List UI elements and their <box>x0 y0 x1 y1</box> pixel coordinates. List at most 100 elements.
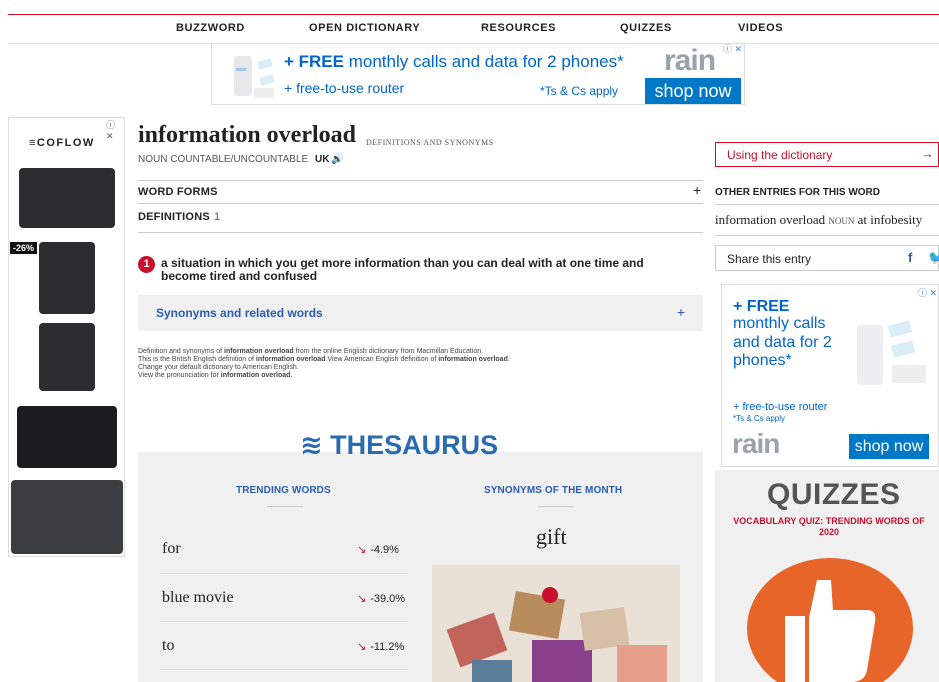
part-of-speech: NOUN COUNTABLE/UNCOUNTABLE <box>138 154 309 165</box>
power-station-image <box>39 242 95 314</box>
change-dictionary-link[interactable]: Change your default dictionary to Americ… <box>138 364 299 371</box>
top-banner-ad[interactable]: + FREE monthly calls and data for 2 phon… <box>211 43 745 105</box>
using-dictionary-link[interactable]: Using the dictionary → <box>715 142 939 167</box>
other-entry-pos: NOUN <box>828 216 855 226</box>
ad-terms: *Ts & Cs apply <box>540 84 619 98</box>
divider <box>138 180 703 181</box>
nav-quizzes[interactable]: QUIZZES <box>620 22 672 34</box>
power-station-image <box>19 168 115 228</box>
twitter-icon[interactable]: 🐦 <box>928 250 939 266</box>
definition-number: 1 <box>138 256 155 273</box>
quiz-title[interactable]: VOCABULARY QUIZ: TRENDING WORDS OF 2020 <box>719 516 939 538</box>
trending-change-value: -11.2% <box>370 641 405 653</box>
thesaurus-title: THESAURUS <box>330 430 499 460</box>
pronunciation-link[interactable]: View the pronunciation for <box>138 372 221 379</box>
right-rectangle-ad[interactable]: ⓘ ✕ + FREE monthly calls and data for 2 … <box>721 284 939 467</box>
footnote-text: Definition and synonyms of <box>138 348 224 355</box>
footnote-term: information overload <box>255 356 326 363</box>
facebook-icon[interactable]: f <box>908 250 912 265</box>
ad-free-label: + FREE <box>733 298 790 315</box>
router-image <box>857 320 926 385</box>
router-image <box>234 56 275 98</box>
other-entry-word: information overload <box>715 212 826 227</box>
rain-logo: rain <box>732 428 780 459</box>
definitions-count: 1 <box>214 211 221 223</box>
synonyms-label: Synonyms and related words <box>156 306 323 320</box>
shop-now-button[interactable]: shop now <box>645 78 741 104</box>
ad-router-line: + free-to-use router <box>733 401 828 413</box>
headword-subtitle: DEFINITIONS AND SYNONYMS <box>366 138 494 147</box>
quiz-title-line: 2020 <box>818 527 840 537</box>
rain-logo: rain <box>664 44 716 77</box>
ecoflow-logo: ≡COFLOW <box>29 137 95 149</box>
divider <box>160 621 408 622</box>
synonyms-toggle[interactable]: Synonyms and related words + <box>138 295 703 331</box>
footnote-term[interactable]: information overload <box>221 372 291 379</box>
trending-change-value: -39.0% <box>370 593 406 605</box>
heading-underline <box>267 506 303 507</box>
ad-free-label: + FREE <box>284 52 344 71</box>
divider <box>160 669 408 670</box>
power-station-image <box>39 323 95 391</box>
trending-word[interactable]: to <box>162 637 174 655</box>
footnote-term: information overload <box>224 348 294 355</box>
footnote-term[interactable]: information overload <box>438 356 508 363</box>
trending-change: ↘ -39.0% <box>357 592 405 605</box>
discount-badge: -26% <box>10 242 38 254</box>
nav-videos[interactable]: VIDEOS <box>738 22 783 34</box>
definition-footnote: Definition and synonyms of information o… <box>138 348 698 380</box>
speaker-icon[interactable]: 🔊 <box>331 154 343 165</box>
share-label: Share this entry <box>727 252 812 266</box>
quizzes-heading: QUIZZES <box>767 478 901 511</box>
divider <box>138 232 703 233</box>
ad-terms: *Ts & Cs apply <box>733 414 786 423</box>
plus-icon[interactable]: + <box>693 182 701 198</box>
using-dictionary-label: Using the dictionary <box>727 148 833 162</box>
ad-headline: monthly calls and data for 2 phones* <box>733 315 832 369</box>
arrow-right-icon: → <box>921 146 934 161</box>
nav-resources[interactable]: RESOURCES <box>481 22 556 34</box>
trending-change: ↘ -4.9% <box>357 543 399 556</box>
footnote-text: from the online English dictionary from … <box>293 348 484 355</box>
other-entry-rest: at infobesity <box>854 212 923 227</box>
other-entry-link[interactable]: information overload NOUN at infobesity <box>715 212 922 228</box>
ad-choices-icon[interactable]: ⓘ ✕ <box>918 286 937 299</box>
trending-words-heading: TRENDING WORDS <box>236 485 331 496</box>
share-entry-box: Share this entry f 🐦 <box>715 245 939 271</box>
shop-now-button[interactable]: shop now <box>849 434 929 459</box>
region-label: UK <box>315 154 330 165</box>
definitions-heading: DEFINITIONS <box>138 211 210 223</box>
synonyms-of-month-heading: SYNONYMS OF THE MONTH <box>484 485 623 496</box>
trend-down-icon: ↘ <box>357 593 367 605</box>
american-definition-link[interactable]: .View American English definition of <box>326 356 439 363</box>
trend-down-icon: ↘ <box>357 544 367 556</box>
main-nav: BUZZWORD OPEN DICTIONARY RESOURCES QUIZZ… <box>8 15 939 44</box>
thesaurus-icon: ≋ <box>300 430 331 460</box>
heading-underline <box>538 506 574 507</box>
power-station-image <box>17 406 117 468</box>
nav-open-dictionary[interactable]: OPEN DICTIONARY <box>309 22 420 34</box>
trending-word[interactable]: blue movie <box>162 589 234 607</box>
footnote-text: This is the British English definition o… <box>138 356 256 363</box>
headword: information overload <box>138 122 356 148</box>
trending-word[interactable]: for <box>162 540 181 558</box>
synonym-of-month-word[interactable]: gift <box>536 524 567 550</box>
left-skyscraper-ad[interactable]: ⓘ ✕ ≡COFLOW -26% <box>8 117 125 557</box>
other-entries-heading: OTHER ENTRIES FOR THIS WORD <box>715 187 880 198</box>
definition-text: a situation in which you get more inform… <box>161 256 644 283</box>
gifts-image[interactable] <box>432 565 680 682</box>
word-forms-heading[interactable]: WORD FORMS <box>138 186 218 198</box>
trending-change: ↘ -11.2% <box>357 640 404 653</box>
footnote-text: . <box>507 356 510 363</box>
divider <box>160 573 408 574</box>
gift-boxes-illustration <box>446 587 667 682</box>
plus-icon: + <box>676 304 685 320</box>
divider <box>138 203 703 204</box>
ad-headline: monthly calls and data for 2 phones* <box>344 52 624 71</box>
nav-buzzword[interactable]: BUZZWORD <box>176 22 245 34</box>
ad-choices-icon[interactable]: ⓘ ✕ <box>106 118 124 142</box>
quiz-title-line: VOCABULARY QUIZ: TRENDING WORDS OF <box>733 516 925 526</box>
trend-down-icon: ↘ <box>357 641 367 653</box>
ad-choices-icon[interactable]: ⓘ ✕ <box>723 44 742 55</box>
trending-change-value: -4.9% <box>370 544 399 556</box>
